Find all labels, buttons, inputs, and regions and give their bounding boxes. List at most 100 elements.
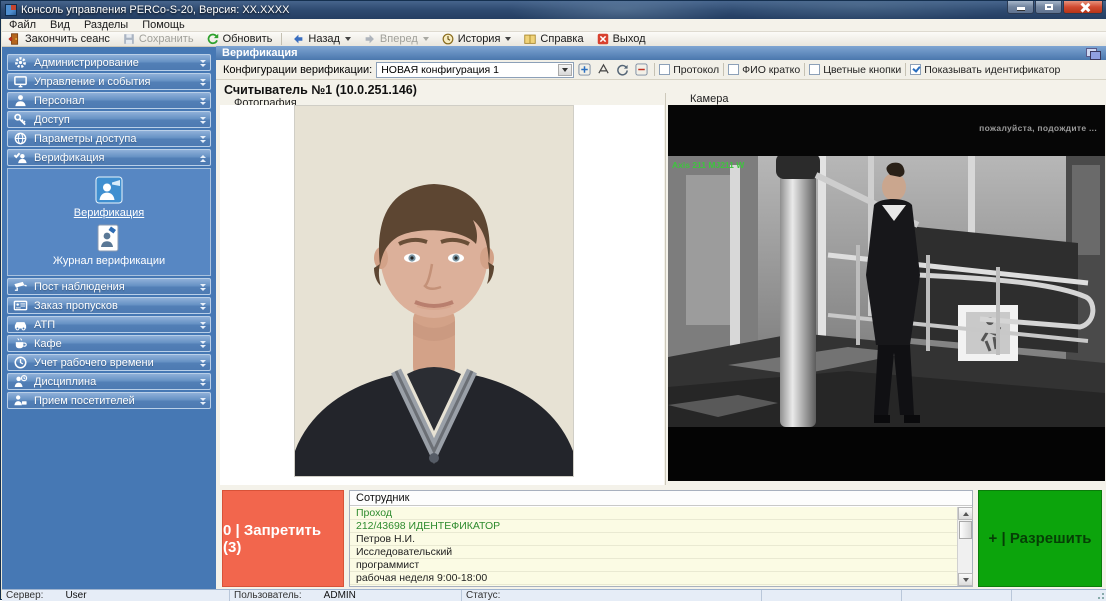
camera-overlay-wait-text: пожалуйста, подождите ... <box>979 123 1097 133</box>
chevron-down-icon <box>200 97 206 105</box>
chevron-down-icon <box>200 59 206 67</box>
rename-config-button[interactable] <box>595 62 612 77</box>
dropdown-arrow-icon[interactable] <box>558 64 572 76</box>
user-value: ADMIN <box>324 590 356 601</box>
door-icon <box>8 32 22 46</box>
checkbox-checked-icon <box>910 64 921 75</box>
back-arrow-icon <box>291 32 305 46</box>
employee-row-identifier[interactable]: 212/43698 ИДЕНТЕФИКАТОР <box>350 520 957 533</box>
maximize-button[interactable] <box>1035 1 1062 14</box>
employee-row-position[interactable]: программист <box>350 559 957 572</box>
sidebar-item-pass-orders[interactable]: Заказ пропусков <box>7 297 211 314</box>
menu-view[interactable]: Вид <box>43 19 77 32</box>
sidebar-item-discipline[interactable]: Дисциплина <box>7 373 211 390</box>
chevron-down-icon <box>200 378 206 386</box>
camera-group-label: Камера <box>690 93 728 105</box>
minimize-button[interactable] <box>1007 1 1034 14</box>
history-button[interactable]: История <box>435 32 518 47</box>
chevron-up-icon <box>200 154 206 162</box>
sidebar-item-access[interactable]: Доступ <box>7 111 211 128</box>
refresh-icon <box>206 32 220 46</box>
employee-row-schedule[interactable]: рабочая неделя 9:00-18:00 <box>350 572 957 585</box>
close-button[interactable] <box>1063 1 1103 14</box>
sidebar-item-cafe[interactable]: Кафе <box>7 335 211 352</box>
checkbox-icon <box>659 64 670 75</box>
sidebar-item-access-parameters[interactable]: Параметры доступа <box>7 130 211 147</box>
status-empty-cell <box>902 590 1012 601</box>
menu-file[interactable]: Файл <box>2 19 43 32</box>
sidebar-item-verification[interactable]: Верификация <box>7 149 211 166</box>
chevron-down-icon <box>200 135 206 143</box>
deny-button[interactable]: 0 | Запретить (3) <box>222 490 344 587</box>
verification-subgroup: Верификация Журнал верификации <box>7 168 211 276</box>
sidebar-item-administration[interactable]: Администрирование <box>7 54 211 71</box>
panel-windows-icon[interactable] <box>1086 48 1100 58</box>
scroll-down-icon[interactable] <box>958 573 973 586</box>
employee-scrollbar[interactable] <box>957 507 972 586</box>
delete-config-button[interactable] <box>633 62 650 77</box>
camera-overlay-model-text: Axis 211 MJ211 W <box>672 160 744 170</box>
copy-config-button[interactable] <box>614 62 631 77</box>
employee-info-panel: Сотрудник Проход 212/43698 ИДЕНТЕФИКАТОР… <box>349 490 973 587</box>
app-logo-icon <box>5 4 17 16</box>
employee-header: Сотрудник <box>350 491 972 506</box>
scroll-thumb[interactable] <box>959 521 972 539</box>
sidebar-item-observation-post[interactable]: Пост наблюдения <box>7 278 211 295</box>
add-config-button[interactable] <box>576 62 593 77</box>
save-button[interactable]: Сохранить <box>116 32 200 47</box>
chevron-down-icon <box>200 359 206 367</box>
employee-row-department[interactable]: Исследовательский <box>350 546 957 559</box>
forward-button[interactable]: Вперед <box>357 32 435 47</box>
status-state-cell: Статус: <box>462 590 762 601</box>
end-session-button[interactable]: Закончить сеанс <box>2 32 116 47</box>
application-window: Консоль управления PERCo-S-20, Версия: X… <box>0 0 1106 600</box>
menu-help[interactable]: Помощь <box>135 19 192 32</box>
subitem-verification-journal[interactable]: Журнал верификации <box>8 223 210 267</box>
chevron-down-icon <box>200 283 206 291</box>
checkbox-icon <box>809 64 820 75</box>
sidebar-item-time-tracking[interactable]: Учет рабочего времени <box>7 354 211 371</box>
menu-sections[interactable]: Разделы <box>77 19 135 32</box>
key-icon <box>12 112 28 128</box>
checkbox-protocol[interactable]: Протокол <box>659 64 719 76</box>
exit-icon <box>596 32 610 46</box>
pass-card-icon <box>12 298 28 314</box>
car-icon <box>12 317 28 333</box>
checkbox-color-buttons[interactable]: Цветные кнопки <box>809 64 901 76</box>
status-empty-cell <box>1012 590 1106 601</box>
employee-row-name[interactable]: Петров Н.И. <box>350 533 957 546</box>
help-button[interactable]: Справка <box>517 32 589 47</box>
back-button[interactable]: Назад <box>285 32 357 47</box>
cctv-camera-icon <box>12 279 28 295</box>
chevron-down-icon <box>200 321 206 329</box>
sidebar-item-management-events[interactable]: Управление и события <box>7 73 211 90</box>
employee-rows: Проход 212/43698 ИДЕНТЕФИКАТОР Петров Н.… <box>350 507 957 586</box>
chevron-down-icon <box>200 78 206 86</box>
config-select[interactable]: НОВАЯ конфигурация 1 <box>376 62 574 78</box>
camera-view: пожалуйста, подождите ... Axis 211 MJ211… <box>668 105 1105 481</box>
help-book-icon <box>523 32 537 46</box>
sidebar-item-personnel[interactable]: Персонал <box>7 92 211 109</box>
server-value: User <box>65 590 86 601</box>
refresh-button[interactable]: Обновить <box>200 32 279 47</box>
status-user-cell: Пользователь: ADMIN <box>230 590 462 601</box>
allow-button[interactable]: + | Разрешить <box>978 490 1102 587</box>
sidebar-item-visitor-reception[interactable]: Прием посетителей <box>7 392 211 409</box>
title-bar: Консоль управления PERCo-S-20, Версия: X… <box>1 1 1106 19</box>
employee-photo <box>294 105 574 477</box>
subitem-verification[interactable]: Верификация <box>8 175 210 219</box>
status-bar: Сервер: User Пользователь: ADMIN Статус: <box>2 589 1106 601</box>
checkbox-icon <box>728 64 739 75</box>
resize-grip[interactable] <box>1095 590 1105 600</box>
checkbox-short-name[interactable]: ФИО кратко <box>728 64 800 76</box>
checkbox-show-identifier[interactable]: Показывать идентификатор <box>910 64 1060 76</box>
scroll-up-icon[interactable] <box>958 507 973 520</box>
status-label: Статус: <box>466 590 500 601</box>
chevron-down-icon <box>200 116 206 124</box>
chevron-down-icon <box>200 302 206 310</box>
clock-icon <box>12 355 28 371</box>
sidebar-item-atp[interactable]: АТП <box>7 316 211 333</box>
employee-row-pass[interactable]: Проход <box>350 507 957 520</box>
menu-bar: Файл Вид Разделы Помощь <box>2 19 1106 32</box>
exit-button[interactable]: Выход <box>590 32 652 47</box>
